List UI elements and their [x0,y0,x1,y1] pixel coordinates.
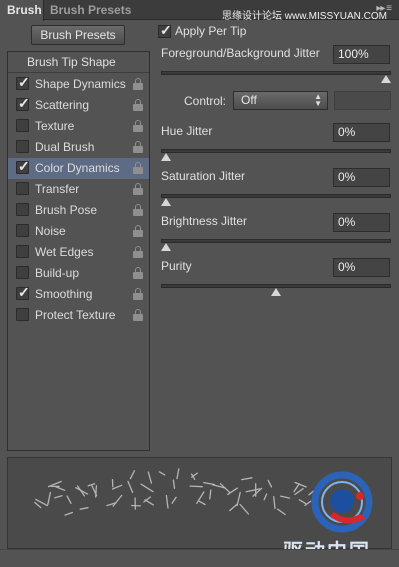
purity-label: Purity [161,259,192,273]
check-icon: ✓ [18,158,30,174]
list-item-color-dynamics[interactable]: ✓ Color Dynamics [8,158,149,179]
apply-per-tip-checkbox[interactable]: ✓ [158,22,172,38]
list-item-label: Transfer [35,182,80,196]
tab-brush-presets[interactable]: Brush Presets [50,0,131,20]
updown-arrows-icon: ▲ ▼ [314,92,322,108]
lock-icon[interactable] [133,225,143,237]
check-icon: ✓ [160,22,172,38]
list-item-checkbox[interactable] [16,308,29,321]
list-item-checkbox[interactable] [16,224,29,237]
site-logo-icon [311,471,373,533]
lock-icon[interactable] [133,288,143,300]
brush-tip-shape-item[interactable]: Brush Tip Shape [8,52,149,73]
watermark-text: 思缘设计论坛 www.MISSYUAN.COM [222,11,388,22]
check-icon: ✓ [18,284,30,300]
lock-icon[interactable] [133,120,143,132]
lock-icon[interactable] [133,183,143,195]
list-item-brush-pose[interactable]: Brush Pose [8,200,149,221]
check-icon: ✓ [18,95,30,111]
saturation-jitter-slider[interactable] [161,194,391,206]
list-item-wet-edges[interactable]: Wet Edges [8,242,149,263]
control-select-value: Off [241,93,257,107]
list-item-transfer[interactable]: Transfer [8,179,149,200]
lock-icon[interactable] [133,99,143,111]
list-item-checkbox[interactable] [16,119,29,132]
list-item-label: Dual Brush [35,140,95,154]
apply-per-tip-label: Apply Per Tip [175,24,247,38]
fg-bg-jitter-slider-thumb[interactable] [381,75,391,83]
brush-panel: Brush Brush Presets 思缘设计论坛 www.MISSYUAN.… [0,0,399,567]
hue-jitter-slider-thumb[interactable] [161,153,171,161]
hue-jitter-label: Hue Jitter [161,124,213,138]
list-item-scattering[interactable]: ✓ Scattering [8,95,149,116]
check-icon: ✓ [18,74,30,90]
control-value-field [334,91,391,110]
list-item-checkbox[interactable]: ✓ [16,95,30,111]
list-item-checkbox[interactable] [16,140,29,153]
list-item-dual-brush[interactable]: Dual Brush [8,137,149,158]
list-item-label: Noise [35,224,66,238]
saturation-jitter-value[interactable]: 0% [333,168,390,187]
list-item-checkbox[interactable]: ✓ [16,74,30,90]
hue-jitter-value[interactable]: 0% [333,123,390,142]
saturation-jitter-slider-thumb[interactable] [161,198,171,206]
list-item-shape-dynamics[interactable]: ✓ Shape Dynamics [8,74,149,95]
lock-icon[interactable] [133,204,143,216]
hue-jitter-slider[interactable] [161,149,391,161]
list-item-build-up[interactable]: Build-up [8,263,149,284]
list-item-smoothing[interactable]: ✓ Smoothing [8,284,149,305]
control-label: Control: [184,94,227,108]
list-item-label: Smoothing [35,287,93,301]
list-item-label: Brush Pose [35,203,98,217]
tab-brush[interactable]: Brush [0,0,44,21]
list-item-label: Texture [35,119,75,133]
list-item-label: Scattering [35,98,90,112]
saturation-jitter-label: Saturation Jitter [161,169,246,183]
list-item-noise[interactable]: Noise [8,221,149,242]
lock-icon[interactable] [133,246,143,258]
list-item-checkbox[interactable]: ✓ [16,158,30,174]
list-item-label: Wet Edges [35,245,94,259]
lock-icon[interactable] [133,78,143,90]
purity-slider-thumb[interactable] [271,288,281,296]
list-item-label: Protect Texture [35,308,116,322]
brush-presets-button[interactable]: Brush Presets [31,25,125,45]
brightness-jitter-value[interactable]: 0% [333,213,390,232]
brush-settings-list: Brush Tip Shape ✓ Shape Dynamics ✓ Scatteri… [7,51,150,451]
list-item-checkbox[interactable] [16,266,29,279]
list-item-checkbox[interactable] [16,203,29,216]
lock-icon[interactable] [133,309,143,321]
list-item-label: Shape Dynamics [35,77,126,91]
list-item-checkbox[interactable]: ✓ [16,284,30,300]
panel-footer [0,549,399,567]
list-item-label: Color Dynamics [35,161,120,175]
list-item-checkbox[interactable] [16,182,29,195]
control-select[interactable]: Off ▲ ▼ [233,91,328,110]
brightness-jitter-slider[interactable] [161,239,391,251]
purity-slider[interactable] [161,284,391,296]
lock-icon[interactable] [133,141,143,153]
panel-menu-icon[interactable]: ▸▸ ≡ [376,3,392,14]
fg-bg-jitter-value[interactable]: 100% [333,45,390,64]
lock-icon[interactable] [133,162,143,174]
list-item-protect-texture[interactable]: Protect Texture [8,305,149,326]
fg-bg-jitter-label: Foreground/Background Jitter [161,46,320,60]
list-item-texture[interactable]: Texture [8,116,149,137]
tab-bar: Brush Brush Presets 思缘设计论坛 www.MISSYUAN.… [0,0,399,22]
list-item-checkbox[interactable] [16,245,29,258]
fg-bg-jitter-slider[interactable] [161,71,391,83]
list-item-label: Build-up [35,266,80,280]
brightness-jitter-label: Brightness Jitter [161,214,248,228]
purity-value[interactable]: 0% [333,258,390,277]
brightness-jitter-slider-thumb[interactable] [161,243,171,251]
lock-icon[interactable] [133,267,143,279]
